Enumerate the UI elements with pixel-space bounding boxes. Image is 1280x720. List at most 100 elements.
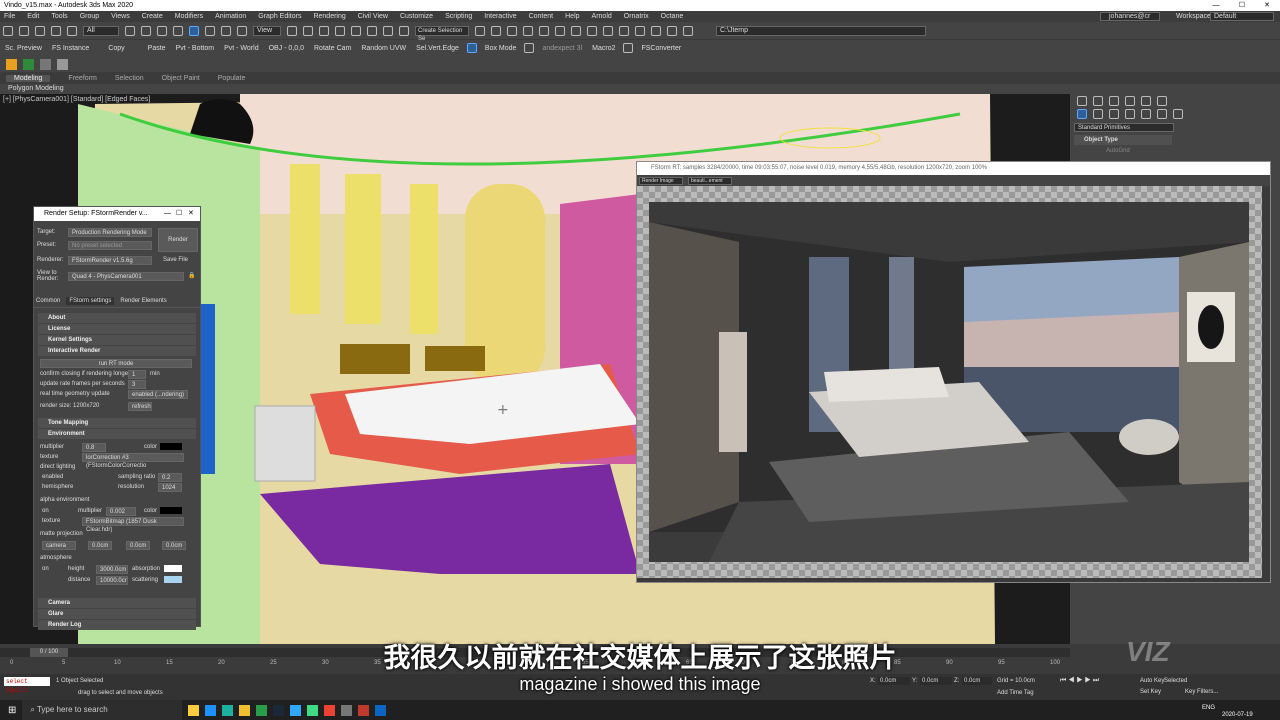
language-indicator[interactable]: ENG	[1202, 705, 1215, 711]
macro-icon[interactable]	[524, 43, 535, 53]
window-crossing-icon[interactable]	[173, 25, 183, 36]
menu-arnold[interactable]: Arnold	[592, 13, 612, 20]
script-pvt-bottom[interactable]: Pvt - Bottom	[176, 45, 215, 52]
shapes-icon[interactable]	[1093, 109, 1103, 119]
alpha-multiplier-spinner[interactable]: 0.002	[106, 507, 136, 516]
create-tab-icon[interactable]	[1077, 96, 1087, 106]
angle-snap-icon[interactable]	[351, 25, 361, 36]
tab-selection[interactable]: Selection	[115, 75, 144, 82]
script-obj-zero[interactable]: OBJ - 0,0,0	[269, 45, 304, 52]
renderer-dropdown[interactable]: FStormRender v1.5.6g	[68, 256, 152, 265]
snaps-toggle-icon[interactable]	[335, 25, 345, 36]
rollout-about[interactable]: About	[38, 313, 196, 323]
select-and-place-icon[interactable]	[237, 25, 247, 36]
script-sel-vert-edge[interactable]: Sel.Vert.Edge	[416, 45, 459, 52]
menu-interactive[interactable]: Interactive	[484, 13, 516, 20]
object-type-rollout[interactable]: Object Type	[1074, 135, 1172, 145]
fstorm-rt-window[interactable]: FStorm RT: samples 3284/20000, time 09:0…	[636, 161, 1271, 583]
render-setup-minimize-icon[interactable]: —	[164, 207, 171, 221]
reference-coordinate-dropdown[interactable]: View	[253, 25, 281, 36]
atmosphere-on-checkbox[interactable]: on	[42, 566, 49, 572]
menu-octane[interactable]: Octane	[661, 13, 684, 20]
hierarchy-tab-icon[interactable]	[1109, 96, 1119, 106]
render-iterative-icon[interactable]	[651, 25, 661, 36]
named-selection-dropdown[interactable]: Create Selection Se	[415, 25, 469, 42]
save-file-checkbox[interactable]: Save File	[163, 257, 188, 263]
fsconverter-icon[interactable]	[623, 43, 634, 53]
matte-y-spinner[interactable]: 0.0cm	[126, 541, 150, 550]
update-rate-spinner[interactable]: 3	[128, 380, 146, 389]
menu-modifiers[interactable]: Modifiers	[175, 13, 203, 20]
spinner-snap-icon[interactable]	[383, 25, 393, 36]
select-object-icon[interactable]	[125, 25, 135, 36]
rollout-camera[interactable]: Camera	[38, 598, 196, 608]
render-setup-dialog[interactable]: Render Setup: FStormRender v... — ☐ ✕ Ta…	[33, 206, 201, 630]
render-image-dropdown[interactable]: Render Image	[639, 176, 683, 185]
taskbar-search-field[interactable]: ⌕ Type here to search	[22, 700, 183, 720]
script-pvt-world[interactable]: Pvt - World	[224, 45, 259, 52]
script-fsconverter[interactable]: FSConverter	[641, 45, 681, 52]
ribbon-panel-polygon-modeling[interactable]: Polygon Modeling	[0, 84, 1280, 94]
tab-populate[interactable]: Populate	[218, 75, 246, 82]
edit-named-selection-icon[interactable]	[399, 25, 409, 36]
menu-customize[interactable]: Customize	[400, 13, 433, 20]
geometry-update-dropdown[interactable]: enabled (...ndering)	[128, 390, 188, 399]
refresh-button[interactable]: refresh	[128, 402, 152, 411]
space-warps-icon[interactable]	[1157, 109, 1167, 119]
select-by-name-icon[interactable]	[141, 25, 151, 36]
menu-graph-editors[interactable]: Graph Editors	[258, 13, 301, 20]
lightroom-icon[interactable]	[307, 704, 319, 716]
viewport-label[interactable]: [+] [PhysCamera001] [Standard] [Edged Fa…	[3, 96, 150, 103]
rendered-frame-window-icon[interactable]	[619, 25, 629, 36]
script-paste[interactable]: Paste	[148, 45, 166, 52]
distance-spinner[interactable]: 10000.0cr	[96, 576, 128, 585]
schematic-view-icon[interactable]	[571, 25, 581, 36]
menu-content[interactable]: Content	[529, 13, 554, 20]
hemisphere-checkbox[interactable]: hemisphere	[42, 484, 73, 490]
mirror-icon[interactable]	[475, 25, 485, 36]
utilities-tab-icon[interactable]	[1157, 96, 1167, 106]
menu-file[interactable]: File	[4, 13, 15, 20]
run-rt-mode-button[interactable]: run RT mode	[40, 359, 192, 368]
media-icon[interactable]	[358, 704, 370, 716]
selection-region-icon[interactable]	[157, 25, 167, 36]
height-spinner[interactable]: 3000.0cm	[96, 565, 128, 574]
rollout-tone-mapping[interactable]: Tone Mapping	[38, 418, 196, 428]
chrome-icon[interactable]	[256, 704, 268, 716]
undo-icon[interactable]	[3, 25, 13, 36]
autogrid-checkbox[interactable]: AutoGrid	[1106, 148, 1280, 154]
select-and-rotate-icon[interactable]	[205, 25, 215, 36]
menu-help[interactable]: Help	[565, 13, 579, 20]
menu-ornatrix[interactable]: Ornatrix	[624, 13, 649, 20]
scene-explorer-icon[interactable]	[507, 25, 517, 36]
link-icon[interactable]	[35, 25, 45, 36]
render-element-dropdown[interactable]: beauti...ement	[688, 176, 732, 185]
fstorm-icon[interactable]	[6, 58, 17, 70]
confirm-closing-spinner[interactable]: 1	[128, 370, 146, 379]
taskbar-date[interactable]: 2020-07-19	[1222, 712, 1253, 718]
menu-animation[interactable]: Animation	[215, 13, 246, 20]
env-color-swatch[interactable]	[160, 443, 182, 450]
align-icon[interactable]	[491, 25, 501, 36]
rollout-render-log[interactable]: Render Log	[38, 620, 196, 630]
absorption-swatch[interactable]	[164, 565, 182, 572]
forest-pack-icon[interactable]	[23, 58, 34, 70]
maximize-button[interactable]: ☐	[1229, 0, 1255, 11]
script-sc-preview[interactable]: Sc. Preview	[5, 45, 42, 52]
render-production-icon[interactable]	[635, 25, 645, 36]
minimize-button[interactable]: —	[1203, 0, 1229, 11]
script-andexpect[interactable]: andexpect 3l	[542, 45, 582, 52]
script-macro2[interactable]: Macro2	[592, 45, 615, 52]
menu-scripting[interactable]: Scripting	[445, 13, 472, 20]
env-multiplier-spinner[interactable]: 0.8	[82, 443, 106, 452]
render-setup-close-icon[interactable]: ✕	[188, 207, 194, 221]
sampling-ratio-spinner[interactable]: 0.2	[158, 473, 182, 482]
misc-app-icon[interactable]	[375, 704, 387, 716]
rollout-interactive-render[interactable]: Interactive Render	[38, 346, 196, 356]
rollout-license[interactable]: License	[38, 324, 196, 334]
ribbon-toggle-icon[interactable]	[539, 25, 549, 36]
a360-cloud-icon[interactable]	[683, 25, 693, 36]
close-button[interactable]: ✕	[1254, 0, 1280, 11]
render-active-shade-icon[interactable]	[667, 25, 677, 36]
cameras-icon[interactable]	[1125, 109, 1135, 119]
